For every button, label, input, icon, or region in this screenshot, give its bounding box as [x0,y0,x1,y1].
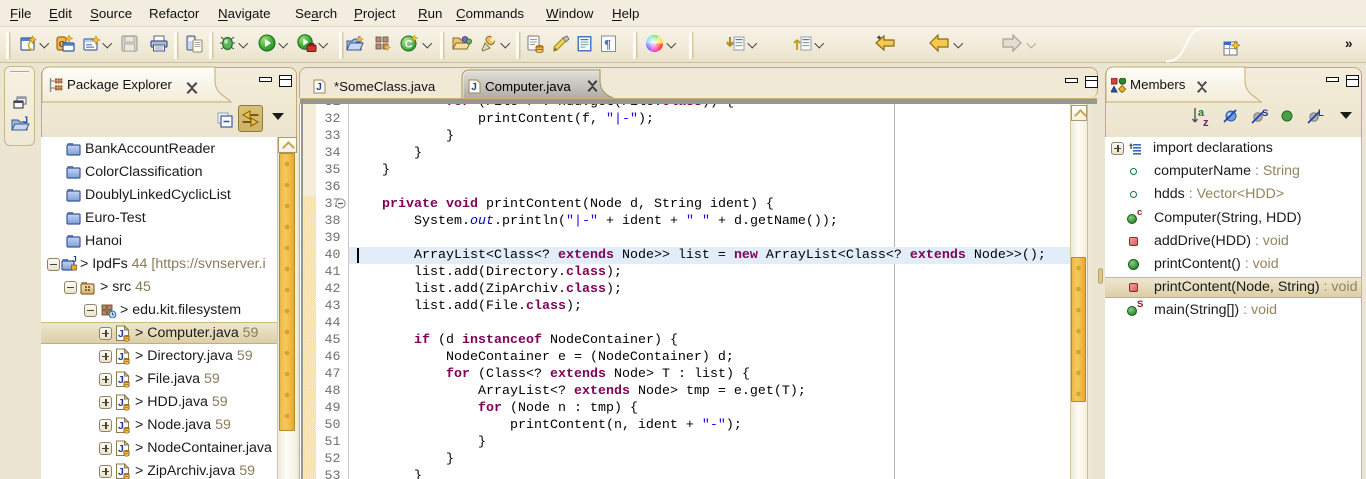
svg-text:J: J [471,82,477,93]
svg-text:J: J [118,351,124,363]
svg-text:J: J [72,256,77,264]
svg-text:C: C [405,39,413,51]
svg-text:J: J [118,397,124,409]
svg-text:¶: ¶ [604,37,611,52]
svg-text:J: J [118,374,124,386]
svg-text:J: J [118,466,124,478]
svg-text:S: S [1262,108,1268,119]
svg-text:J: J [316,82,322,93]
svg-text:J: J [118,420,124,432]
svg-text:L: L [1318,108,1324,119]
svg-text:J: J [118,443,124,455]
svg-text:z: z [1203,117,1209,128]
svg-text:J: J [118,328,124,340]
svg-text:J: J [23,116,28,125]
